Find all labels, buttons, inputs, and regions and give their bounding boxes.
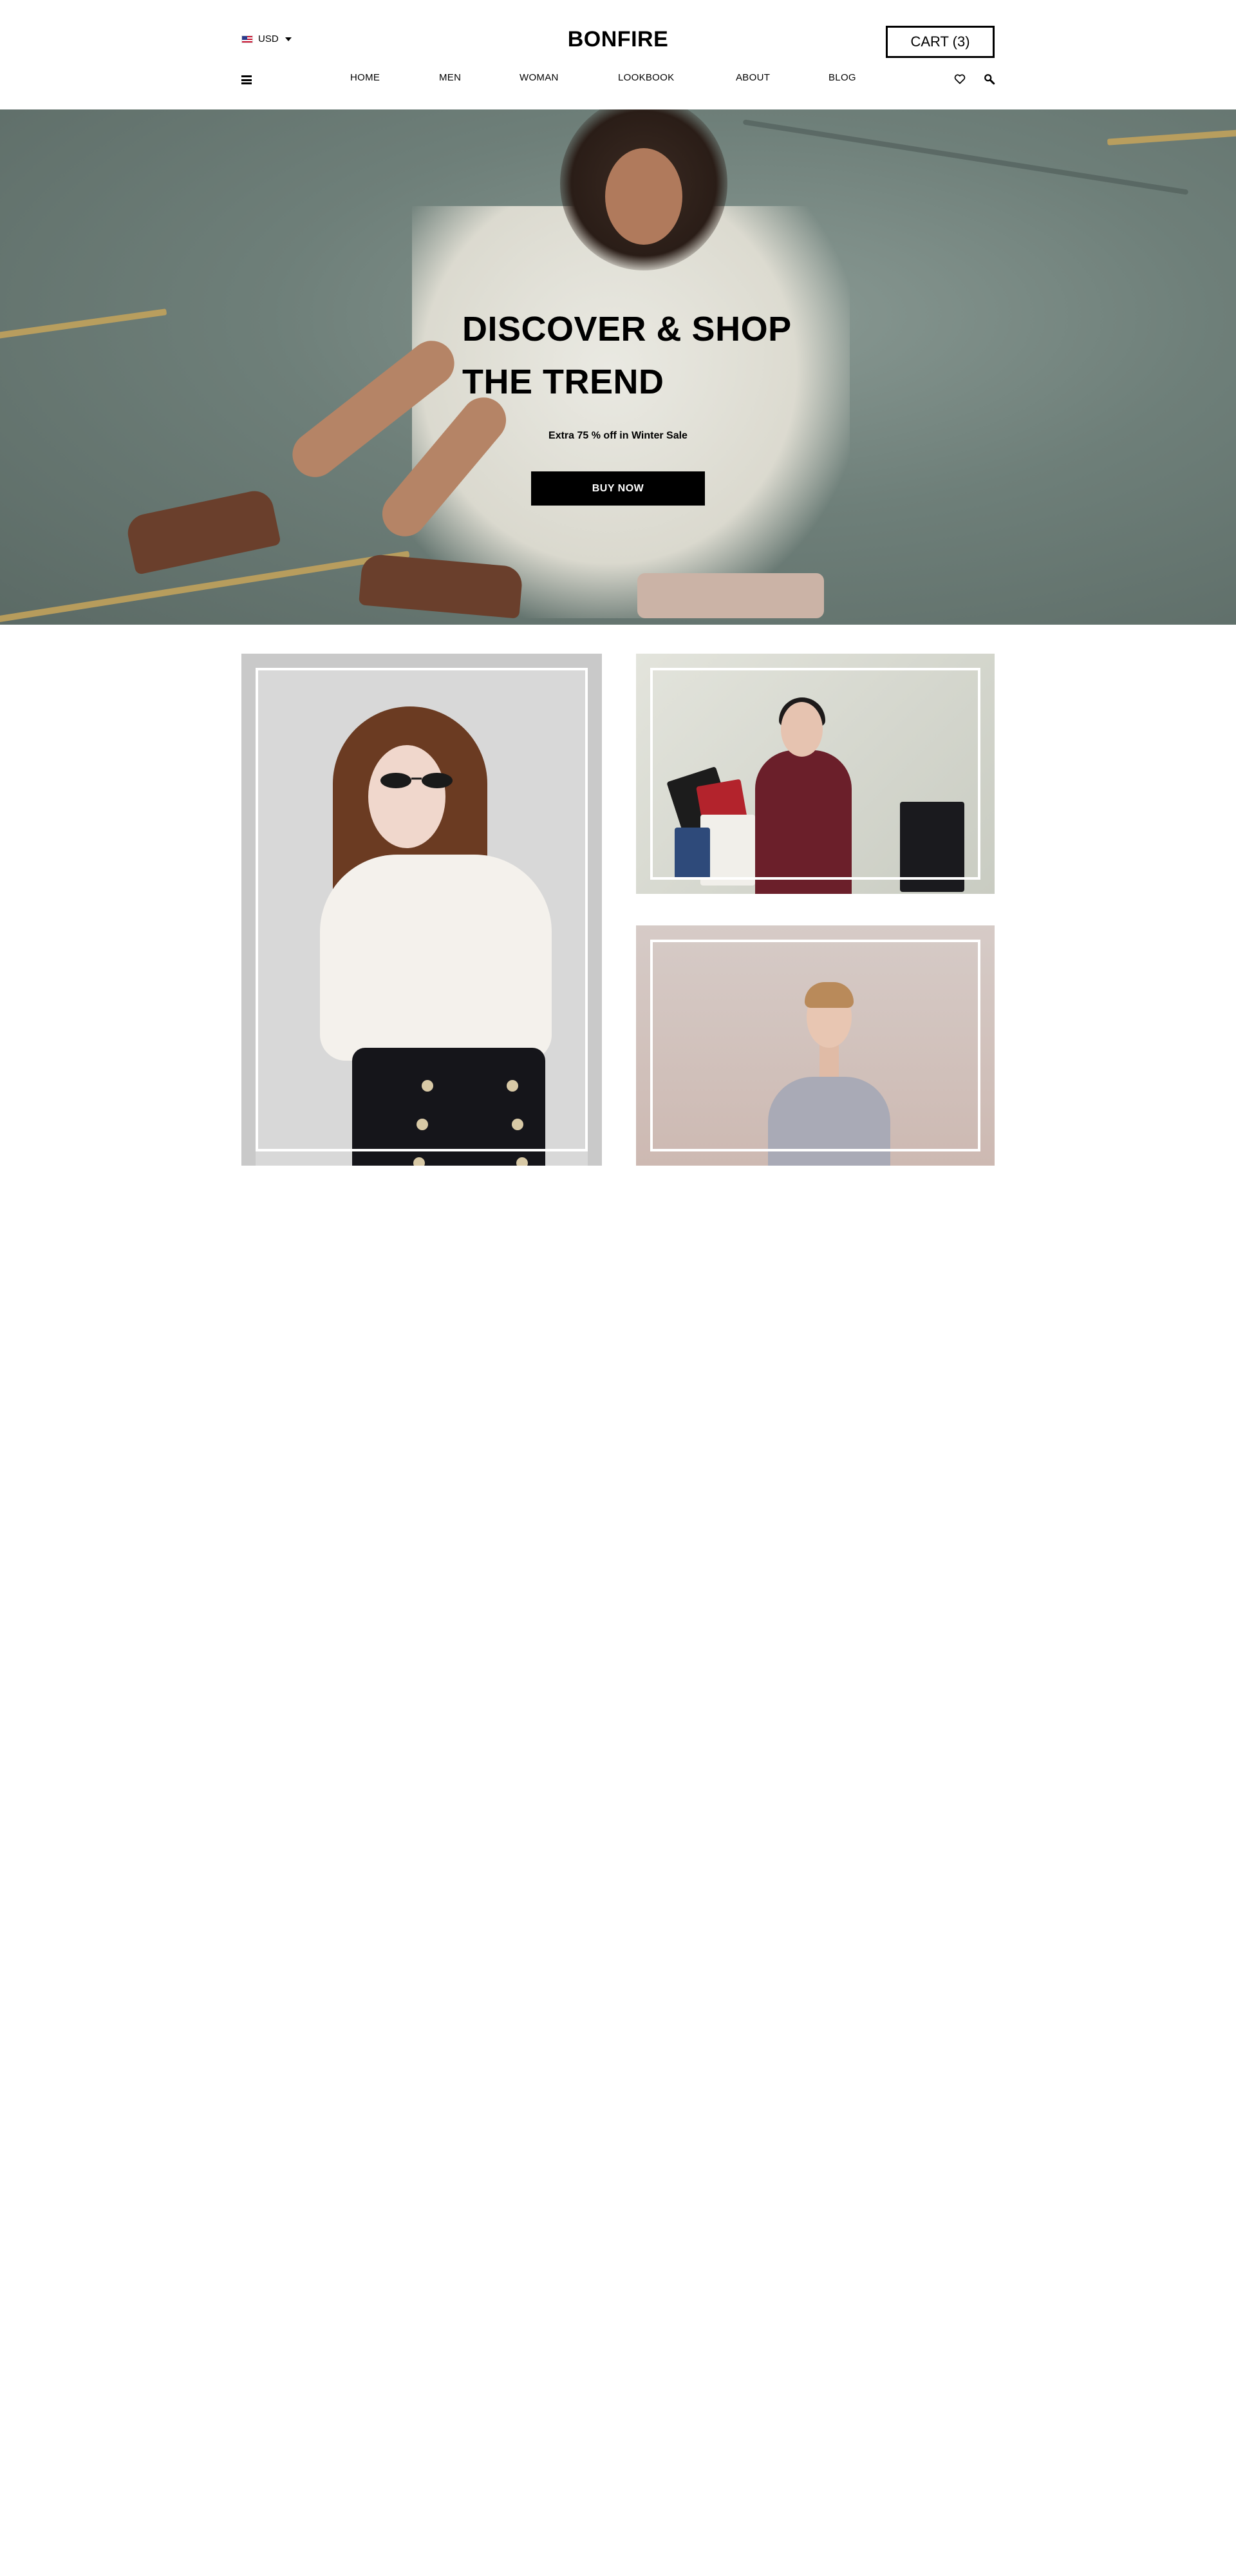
- us-flag-icon: [241, 35, 253, 43]
- site-logo[interactable]: BONFIRE: [568, 27, 669, 52]
- nav-item-about[interactable]: ABOUT: [736, 72, 770, 83]
- hero-title-line-2: THE TREND: [462, 363, 664, 401]
- search-icon[interactable]: [984, 73, 995, 85]
- nav-item-blog[interactable]: BLOG: [829, 72, 856, 83]
- main-nav: HOME MEN WOMAN LOOKBOOK ABOUT BLOG: [0, 72, 1236, 88]
- currency-label: USD: [258, 33, 279, 44]
- currency-selector[interactable]: USD: [241, 33, 292, 44]
- category-card-man[interactable]: [636, 925, 995, 1166]
- category-card-woman[interactable]: [241, 654, 602, 1166]
- heart-icon[interactable]: [954, 74, 966, 84]
- hero-subtitle: Extra 75 % off in Winter Sale: [548, 430, 688, 441]
- site-logo-wrap: BONFIRE: [0, 27, 1236, 52]
- hero-title: DISCOVER & SHOP THE TREND: [462, 303, 792, 408]
- nav-item-woman[interactable]: WOMAN: [520, 72, 559, 83]
- chevron-down-icon: [285, 37, 292, 41]
- hero-banner: DISCOVER & SHOP THE TREND Extra 75 % off…: [0, 109, 1236, 625]
- cart-button[interactable]: CART (3): [886, 26, 995, 58]
- nav-item-home[interactable]: HOME: [350, 72, 380, 83]
- nav-item-lookbook[interactable]: LOOKBOOK: [618, 72, 674, 83]
- buy-now-button[interactable]: BUY NOW: [531, 471, 705, 506]
- card-frame: [256, 668, 588, 1151]
- category-card-shopping[interactable]: [636, 654, 995, 894]
- card-frame: [650, 940, 980, 1151]
- card-frame: [650, 668, 980, 880]
- hero-title-line-1: DISCOVER & SHOP: [462, 310, 792, 348]
- site-header: USD BONFIRE CART (3) HOME MEN WOMAN LOOK…: [0, 0, 1236, 109]
- nav-item-men[interactable]: MEN: [439, 72, 461, 83]
